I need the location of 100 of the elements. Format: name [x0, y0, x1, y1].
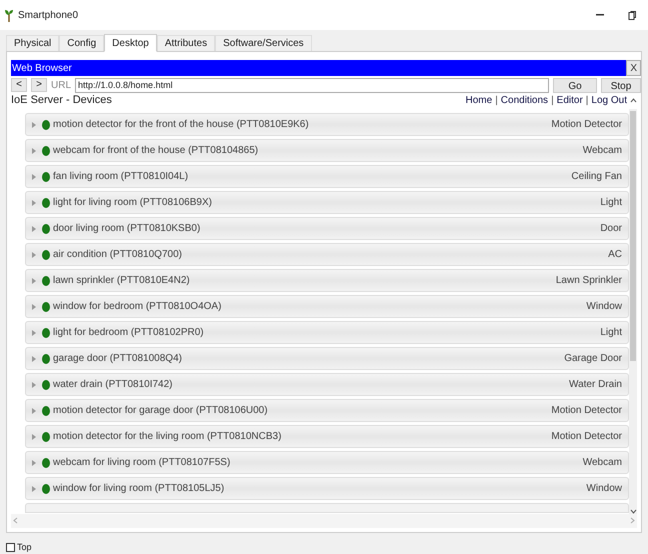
- device-type: Motion Detector: [551, 404, 622, 418]
- expand-arrow-icon[interactable]: [32, 122, 36, 128]
- device-type: Window: [586, 482, 622, 496]
- vertical-scrollbar[interactable]: [629, 109, 637, 514]
- forward-button[interactable]: >: [31, 78, 47, 92]
- nav-separator: |: [586, 94, 588, 108]
- expand-arrow-icon[interactable]: [32, 382, 36, 388]
- device-type: Door: [600, 222, 622, 236]
- device-type: Water Drain: [569, 378, 622, 392]
- url-field[interactable]: http://1.0.0.8/home.html: [75, 78, 549, 92]
- device-row[interactable]: light for living room (PTT08106B9X) Light: [25, 191, 629, 214]
- device-name: webcam for front of the house (PTT08104865): [53, 144, 258, 158]
- expand-arrow-icon[interactable]: [32, 356, 36, 362]
- device-row[interactable]: webcam for front of the house (PTT08104865) Webcam: [25, 139, 629, 162]
- expand-arrow-icon[interactable]: [32, 174, 36, 180]
- top-label: Top: [17, 540, 32, 554]
- device-name: lawn sprinkler (PTT0810E4N2): [53, 274, 190, 288]
- nav-link[interactable]: Editor: [556, 92, 583, 108]
- status-dot-icon: [42, 458, 50, 468]
- tab[interactable]: Software/Services: [215, 35, 312, 51]
- device-name: water drain (PTT0810I742): [53, 378, 173, 392]
- device-name: motion detector for the front of the house (PTT0810E9K6): [53, 118, 309, 132]
- expand-arrow-icon[interactable]: [32, 226, 36, 232]
- expand-arrow-icon[interactable]: [32, 278, 36, 284]
- close-button[interactable]: X: [626, 60, 641, 76]
- device-row[interactable]: webcam for living room (PTT08107F5S) Webcam: [25, 451, 629, 474]
- expand-arrow-icon[interactable]: [32, 434, 36, 440]
- device-name: fan living room (PTT0810I04L): [53, 170, 188, 184]
- device-row[interactable]: light for bedroom (PTT08102PR0) Light: [25, 321, 629, 344]
- scroll-down-icon[interactable]: [630, 508, 636, 514]
- window-title: Smartphone0: [18, 8, 78, 22]
- device-row[interactable]: garage door (PTT081008Q4) Garage Door: [25, 347, 629, 370]
- expand-arrow-icon[interactable]: [32, 148, 36, 154]
- scroll-up-icon[interactable]: [630, 98, 637, 102]
- restore-icon[interactable]: [628, 10, 636, 20]
- device-type: Window: [586, 300, 622, 314]
- device-row[interactable]: window for living room (PTT08105LJ5) Window: [25, 477, 629, 500]
- browser-title: Web Browser: [11, 62, 72, 76]
- device-row[interactable]: window for bedroom (PTT0810O4OA) Window: [25, 295, 629, 318]
- device-name: motion detector for the living room (PTT0810NCB3): [53, 430, 282, 444]
- device-type: Ceiling Fan: [571, 170, 622, 184]
- nav-link[interactable]: Conditions: [500, 92, 548, 108]
- device-name: webcam for living room (PTT08107F5S): [53, 456, 230, 470]
- device-row[interactable]: motion detector for the front of the house (PTT0810E9K6) Motion Detector: [25, 113, 629, 136]
- device-row[interactable]: air condition (PTT0810Q700) AC: [25, 243, 629, 266]
- device-name: air condition (PTT0810Q700): [53, 248, 182, 262]
- go-button[interactable]: Go: [553, 78, 597, 92]
- scroll-left-icon[interactable]: [13, 517, 18, 524]
- status-dot-icon: [42, 120, 50, 130]
- tab[interactable]: Config: [59, 35, 104, 51]
- minimize-icon[interactable]: [596, 14, 604, 16]
- status-dot-icon: [42, 224, 50, 234]
- device-name: door living room (PTT0810KSB0): [53, 222, 200, 236]
- plant-icon: [4, 8, 14, 22]
- device-type: Light: [600, 326, 622, 340]
- status-dot-icon: [42, 354, 50, 364]
- scroll-right-icon[interactable]: [630, 517, 635, 524]
- device-name: light for living room (PTT08106B9X): [53, 196, 212, 210]
- expand-arrow-icon[interactable]: [32, 330, 36, 336]
- top-checkbox[interactable]: [6, 542, 15, 552]
- tab[interactable]: Physical: [6, 35, 60, 51]
- status-dot-icon: [42, 250, 50, 260]
- device-row[interactable]: water drain (PTT0810I742) Water Drain: [25, 373, 629, 396]
- device-type: Motion Detector: [551, 118, 622, 132]
- nav-link[interactable]: Log Out: [591, 92, 627, 108]
- device-type: Motion Detector: [551, 430, 622, 444]
- status-dot-icon: [42, 172, 50, 182]
- status-dot-icon: [42, 146, 50, 156]
- device-row[interactable]: door living room (PTT0810KSB0) Door: [25, 217, 629, 240]
- status-dot-icon: [42, 328, 50, 338]
- expand-arrow-icon[interactable]: [32, 304, 36, 310]
- device-row[interactable]: fan living room (PTT0810I04L) Ceiling Fan: [25, 165, 629, 188]
- device-name: motion detector for garage door (PTT08106U00): [53, 404, 268, 418]
- device-type: Webcam: [582, 456, 622, 470]
- nav-separator: |: [495, 94, 498, 108]
- nav-separator: |: [551, 94, 554, 108]
- url-label: URL: [51, 78, 72, 92]
- device-row[interactable]: motion detector for the living room (PTT0810NCB3) Motion Detector: [25, 425, 629, 448]
- status-dot-icon: [42, 302, 50, 312]
- page-heading: IoE Server - Devices: [11, 92, 112, 108]
- back-button[interactable]: <: [11, 78, 27, 92]
- device-row[interactable]: motion detector for garage door (PTT08106U00) Motion Detector: [25, 399, 629, 422]
- nav-link[interactable]: Home: [466, 92, 492, 108]
- device-row[interactable]: lawn sprinkler (PTT0810E4N2) Lawn Sprinkler: [25, 269, 629, 292]
- expand-arrow-icon[interactable]: [32, 408, 36, 414]
- tab[interactable]: Attributes: [156, 35, 216, 51]
- device-type: Garage Door: [564, 352, 622, 366]
- status-dot-icon: [42, 432, 50, 442]
- status-dot-icon: [42, 380, 50, 390]
- status-dot-icon: [42, 276, 50, 286]
- expand-arrow-icon[interactable]: [32, 200, 36, 206]
- stop-button[interactable]: Stop: [601, 78, 641, 92]
- device-type: AC: [608, 248, 622, 262]
- expand-arrow-icon[interactable]: [32, 460, 36, 466]
- status-dot-icon: [42, 406, 50, 416]
- horizontal-scrollbar[interactable]: [11, 514, 637, 528]
- expand-arrow-icon[interactable]: [32, 486, 36, 492]
- expand-arrow-icon[interactable]: [32, 252, 36, 258]
- tab[interactable]: Desktop: [104, 34, 157, 52]
- device-name: window for bedroom (PTT0810O4OA): [53, 300, 222, 314]
